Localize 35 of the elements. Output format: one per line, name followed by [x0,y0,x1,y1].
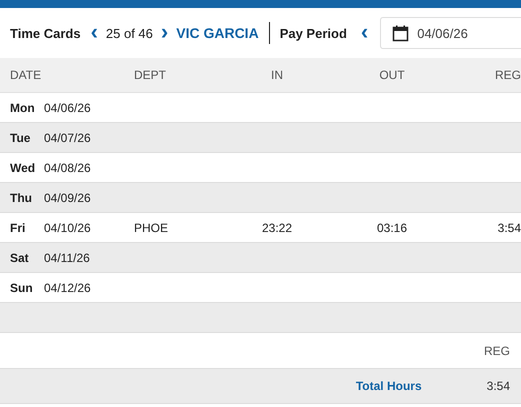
table-cell-text: 04/08/26 [44,160,92,174]
table-cell-text: 04/06/26 [44,100,92,114]
record-position: 25 of 46 [106,26,153,40]
table-cell-text: 04/11/26 [44,250,91,264]
total-hours-value: 3:54 [486,379,510,393]
table-cell-text: Fri [10,220,26,234]
column-header: DEPT [134,68,168,82]
table-cell-text: 03:16 [376,220,408,234]
table-cell-text: Sat [10,250,30,264]
column-header: REG [484,344,510,358]
table-cell-text: 04/07/26 [44,130,92,144]
table-cell-text: Mon [10,100,36,114]
table-cell-text: 04/12/26 [44,280,92,294]
table-cell: 3:54 [498,220,521,234]
column-header: REG [494,68,521,82]
table-cell-text: 04/09/26 [44,190,92,204]
column-header: OUT [378,68,406,82]
total-hours-link[interactable]: Total Hours [356,379,422,393]
previous-button[interactable]: ‹ [86,20,102,42]
column-header: DATE [10,68,42,82]
column-header: IN [270,68,284,82]
pay-period-label: Pay Period [280,26,347,40]
employee-name[interactable]: VIC GARCIA [176,25,259,41]
previous-period-button[interactable]: ‹ [356,20,372,42]
date-range-field[interactable]: 04/06/26 [380,17,521,49]
table-cell-text: 04/10/26 [44,220,92,234]
table-cell-text: 23:22 [260,220,294,234]
calendar-icon [392,24,410,42]
table-cell-text: PHOE [134,220,170,234]
table-cell-text: Wed [10,160,36,174]
table-cell-text: Thu [10,190,33,204]
table-cell-text: Tue [10,130,32,144]
next-button[interactable]: › [156,20,172,42]
page-title: Time Cards [10,26,81,40]
table-cell-text: Sun [10,280,34,294]
